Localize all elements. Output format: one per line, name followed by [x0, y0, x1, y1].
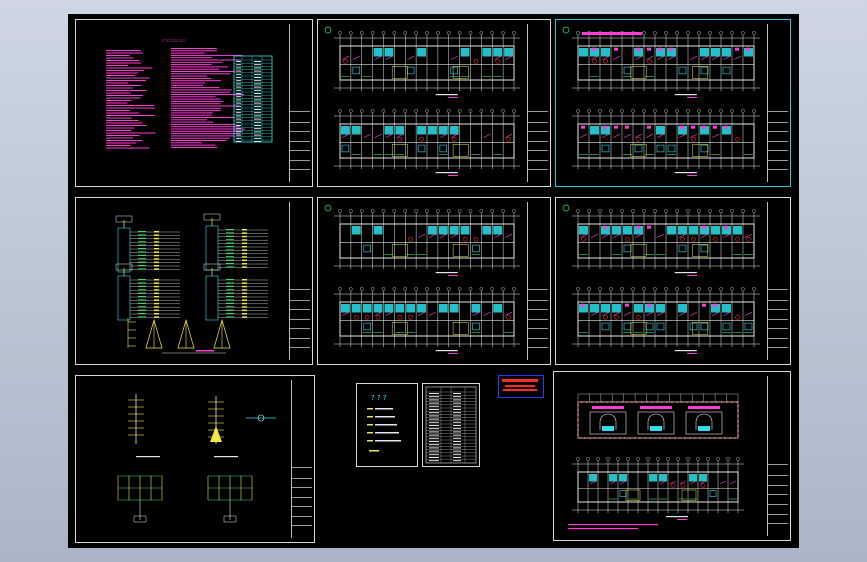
sheet-roof-and-ground-plan[interactable]: [553, 371, 791, 541]
title-block: [767, 376, 788, 536]
riser-diagram-drawing: [115, 213, 268, 354]
sheet-floor-plan-3[interactable]: [317, 197, 551, 365]
floor-plan-drawing: [324, 204, 520, 354]
floor-plan-drawing: [562, 204, 760, 354]
sheet-floor-plan-2-selected[interactable]: [555, 19, 791, 187]
detail-diagram-drawing: [117, 394, 276, 523]
sheet-drawing-index[interactable]: [422, 383, 480, 467]
cover-drawing: ? ? ?: [367, 394, 401, 452]
design-notes-drawing: ▭▭▭▭▭: [106, 38, 273, 149]
roof-plan-drawing: [568, 393, 744, 530]
sheet-floor-plan-1[interactable]: [317, 19, 551, 187]
sheet-cover[interactable]: ? ? ?: [356, 383, 418, 467]
sheet-floor-plan-4[interactable]: [555, 197, 791, 365]
cover-question-marks: ? ? ?: [371, 394, 387, 402]
drawing-canvas[interactable]: ▭▭▭▭▭ ? ? ?: [68, 14, 799, 548]
stamp-text-graphic: [502, 379, 538, 391]
floor-plan-drawing: [562, 26, 760, 176]
sheet-design-notes[interactable]: ▭▭▭▭▭: [75, 19, 313, 187]
title-block: [767, 24, 788, 182]
title-block: [767, 202, 788, 360]
svg-text:▭▭▭▭▭: ▭▭▭▭▭: [162, 38, 186, 44]
title-block: [527, 202, 548, 360]
sheet-detail-diagram[interactable]: [75, 375, 315, 543]
drawing-index-table: [425, 386, 477, 464]
title-block: [289, 202, 310, 360]
floor-plan-drawing: [324, 26, 520, 176]
title-block: [289, 24, 310, 182]
title-block: [527, 24, 548, 182]
sheet-riser-diagram[interactable]: [75, 197, 313, 365]
revision-stamp: [498, 375, 544, 398]
title-block: [291, 380, 312, 538]
